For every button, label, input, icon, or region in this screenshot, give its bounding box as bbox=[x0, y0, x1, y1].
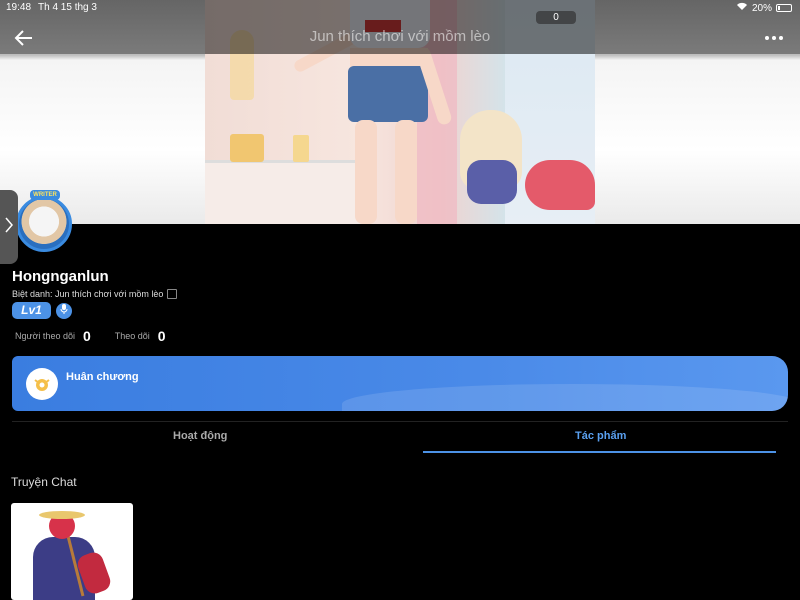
tab-works[interactable]: Tác phẩm bbox=[575, 430, 626, 442]
tab-activity[interactable]: Hoạt động bbox=[173, 430, 227, 442]
battery-icon bbox=[776, 4, 792, 12]
medal-label: Huân chương bbox=[66, 371, 139, 383]
avatar-image bbox=[16, 196, 72, 252]
side-drawer-handle[interactable] bbox=[0, 190, 18, 264]
mic-icon[interactable] bbox=[56, 303, 72, 319]
wifi-icon bbox=[736, 2, 748, 14]
nickname-row: Biệt danh: Jun thích chơi với mồm lèo bbox=[12, 289, 178, 299]
header-title: Jun thích chơi với mồm lèo bbox=[309, 28, 491, 45]
tab-indicator bbox=[423, 451, 776, 453]
more-options-button[interactable] bbox=[762, 26, 786, 50]
medal-icon bbox=[26, 368, 58, 400]
chevron-right-icon bbox=[5, 217, 13, 238]
nickname-text: Biệt danh: Jun thích chơi với mồm lèo bbox=[12, 289, 164, 299]
level-badge: Lv1 bbox=[12, 302, 51, 319]
more-dots-icon bbox=[764, 25, 784, 45]
edit-icon[interactable] bbox=[167, 289, 178, 299]
section-title: Truyện Chat bbox=[11, 475, 77, 489]
story-card[interactable] bbox=[11, 503, 133, 600]
status-time: 19:48 bbox=[6, 2, 32, 13]
status-right: 20% bbox=[736, 2, 792, 14]
battery-percent: 20% bbox=[751, 2, 772, 14]
following-count[interactable]: 0 bbox=[158, 328, 166, 344]
writer-badge: WRITER bbox=[30, 190, 60, 200]
following-label[interactable]: Theo dõi bbox=[115, 331, 150, 341]
username: Hongnganlun bbox=[12, 268, 109, 285]
followers-label[interactable]: Người theo dõi bbox=[15, 331, 75, 341]
status-date: Th 4 15 thg 3 bbox=[38, 2, 97, 13]
avatar[interactable]: WRITER bbox=[16, 190, 76, 256]
medal-banner[interactable]: Huân chương bbox=[12, 356, 788, 411]
divider bbox=[12, 421, 788, 422]
followers-count[interactable]: 0 bbox=[83, 328, 91, 344]
follow-stats: Người theo dõi 0 Theo dõi 0 bbox=[15, 328, 166, 344]
status-bar: 19:48 Th 4 15 thg 3 20% bbox=[0, 0, 800, 16]
